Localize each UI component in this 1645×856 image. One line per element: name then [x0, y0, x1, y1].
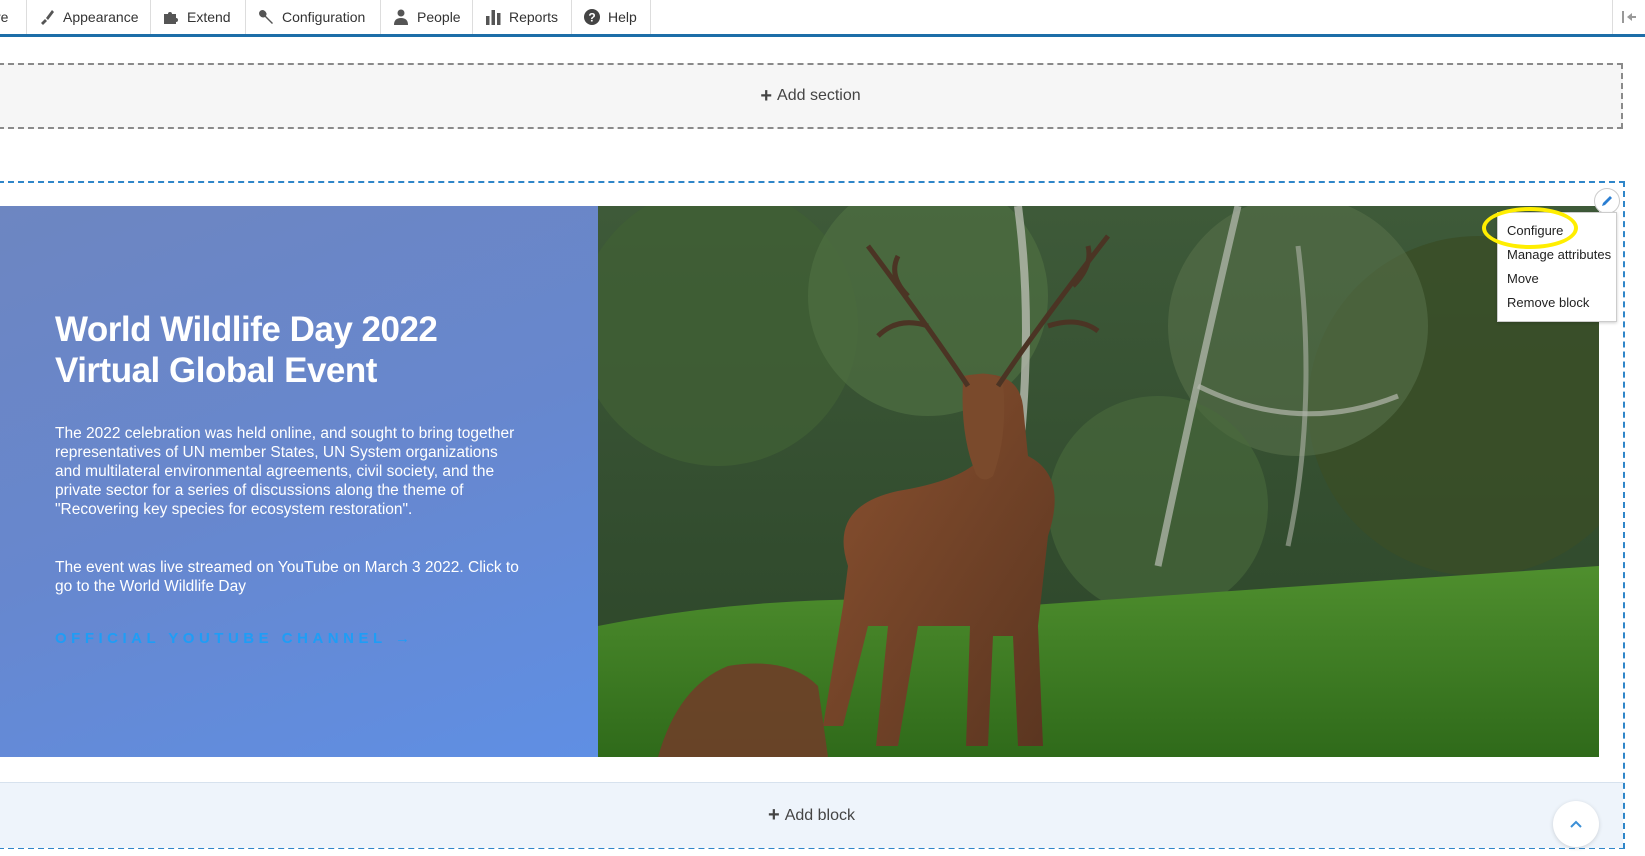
toolbar-label-reports: Reports — [509, 9, 559, 25]
hero-paragraph-1: The 2022 celebration was held online, an… — [55, 425, 515, 499]
hero-block[interactable]: World Wildlife Day 2022 Virtual Global E… — [0, 206, 1599, 757]
arrow-right-icon: → — [395, 630, 415, 647]
svg-text:?: ? — [588, 11, 595, 25]
menu-item-manage-attributes[interactable]: Manage attributes — [1498, 243, 1616, 267]
contextual-menu: Configure Manage attributes Move Remove … — [1497, 212, 1617, 322]
menu-item-move[interactable]: Move — [1498, 267, 1616, 291]
hero-paragraph-1-quote: "Recovering key species for ecosystem re… — [55, 501, 413, 518]
collapse-left-icon[interactable] — [1612, 0, 1645, 34]
toolbar-item-reports[interactable]: Reports — [473, 0, 572, 34]
toolbar-label-extend: Extend — [187, 9, 231, 25]
toolbar-item-people[interactable]: People — [381, 0, 473, 34]
hero-paragraph-2: The event was live streamed on YouTube o… — [55, 559, 519, 595]
toolbar-label-appearance: Appearance — [63, 9, 139, 25]
add-block-button[interactable]: + Add block — [0, 782, 1623, 848]
pencil-icon[interactable] — [1594, 188, 1620, 214]
add-section-button[interactable]: + Add section — [0, 63, 1623, 129]
toolbar-item-cut[interactable]: re — [0, 0, 27, 34]
help-icon: ? — [582, 7, 602, 27]
hero-title: World Wildlife Day 2022 Virtual Global E… — [55, 310, 438, 390]
menu-item-configure[interactable]: Configure — [1498, 219, 1616, 243]
youtube-channel-link[interactable]: OFFICIAL YOUTUBE CHANNEL → — [55, 630, 415, 647]
toolbar-label-people: People — [417, 9, 461, 25]
toolbar-label-help: Help — [608, 9, 637, 25]
hero-text-panel: World Wildlife Day 2022 Virtual Global E… — [0, 206, 598, 757]
puzzle-icon — [161, 7, 181, 27]
toolbar-item-help[interactable]: ? Help — [572, 0, 651, 34]
plus-icon: + — [760, 84, 773, 107]
hero-description: The 2022 celebration was held online, an… — [55, 424, 525, 519]
people-icon — [391, 7, 411, 27]
plus-icon: + — [768, 804, 780, 826]
admin-toolbar: re Appearance Extend Configuration Peopl… — [0, 0, 1645, 37]
toolbar-item-appearance[interactable]: Appearance — [27, 0, 151, 34]
add-section-label: Add section — [777, 87, 861, 104]
toolbar-item-extend[interactable]: Extend — [151, 0, 246, 34]
youtube-link-label: OFFICIAL YOUTUBE CHANNEL — [55, 630, 387, 647]
bar-chart-icon — [483, 7, 503, 27]
scroll-to-top-button[interactable] — [1553, 801, 1599, 847]
brush-icon — [37, 7, 57, 27]
add-block-label: Add block — [784, 806, 855, 824]
chevron-up-icon — [1570, 820, 1582, 828]
menu-item-remove-block[interactable]: Remove block — [1498, 291, 1616, 315]
wrench-icon — [256, 7, 276, 27]
toolbar-label-configuration: Configuration — [282, 9, 366, 25]
toolbar-item-configuration[interactable]: Configuration — [246, 0, 381, 34]
deer-image — [598, 206, 1599, 757]
